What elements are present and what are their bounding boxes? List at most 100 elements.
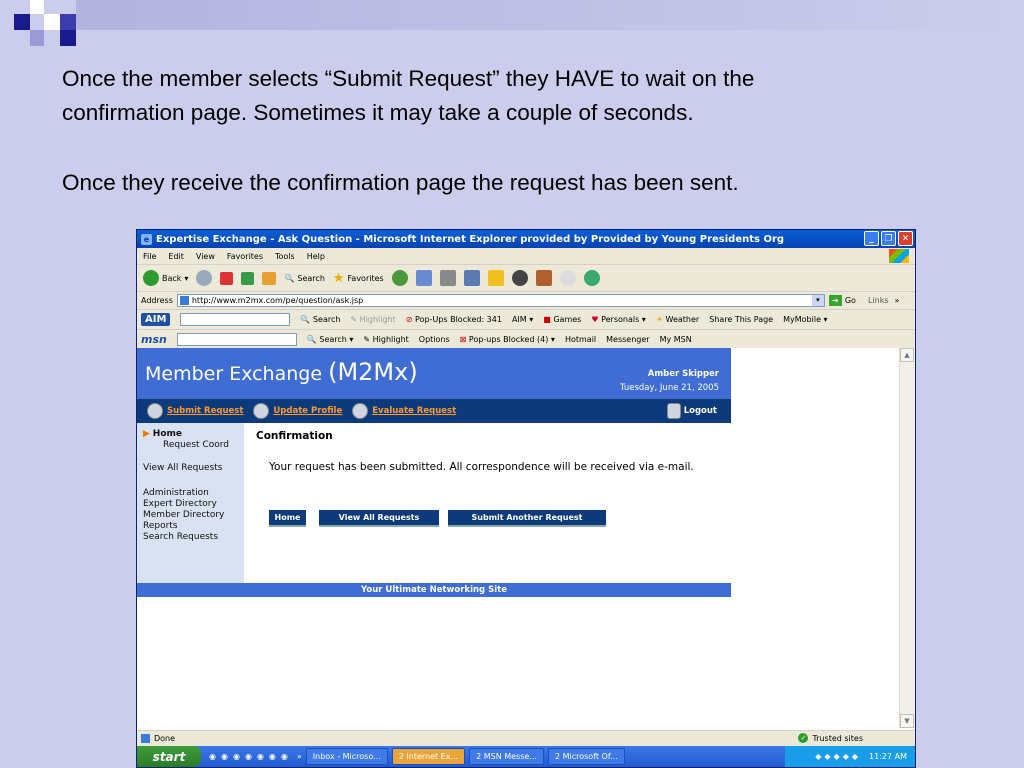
left-nav-member-directory[interactable]: Member Directory	[143, 510, 224, 520]
left-nav-home[interactable]: ▶ Home	[143, 429, 182, 439]
browser-window: e Expertise Exchange - Ask Question - Mi…	[136, 229, 916, 768]
msn-search-input[interactable]	[176, 333, 297, 346]
personals-button[interactable]: ♥ Personals ▾	[591, 315, 645, 324]
address-input[interactable]: http://www.m2mx.com/pe/question/ask.jsp …	[176, 294, 825, 307]
address-value: http://www.m2mx.com/pe/question/ask.jsp	[191, 296, 364, 305]
left-nav-view-all[interactable]: View All Requests	[143, 463, 222, 473]
msn-highlight-button[interactable]: ✎ Highlight	[363, 335, 408, 344]
left-nav-reports[interactable]: Reports	[143, 521, 178, 531]
chevron-right-icon[interactable]: »	[895, 296, 900, 305]
aim-search-label: Search	[312, 315, 341, 324]
msn-popups-blocked[interactable]: ⊠ Pop-ups Blocked (4) ▾	[460, 335, 555, 344]
share-label: Share This Page	[709, 315, 774, 324]
user-name: Amber Skipper	[647, 369, 719, 379]
research-icon[interactable]	[511, 270, 528, 286]
aim-button[interactable]: AIM ▾	[512, 315, 533, 324]
vertical-scrollbar[interactable]: ▲ ▼	[899, 348, 915, 728]
scroll-up-icon[interactable]: ▲	[900, 348, 914, 362]
task-inbox[interactable]: Inbox - Microso...	[305, 748, 388, 765]
aim-popups-blocked[interactable]: ⊘ Pop-Ups Blocked: 341	[406, 315, 502, 324]
forward-arrow-icon[interactable]	[196, 270, 213, 286]
aim-toolbar: AIM 🔍 Search ✎ Highlight ⊘ Pop-Ups Block…	[137, 310, 915, 330]
check-icon: ✓	[798, 733, 809, 743]
hotmail-button[interactable]: Hotmail	[565, 335, 596, 344]
nav-evaluate-request[interactable]: Evaluate Request	[352, 403, 456, 419]
left-nav-search-requests[interactable]: Search Requests	[143, 532, 218, 542]
msn-logo[interactable]: msn	[141, 333, 167, 346]
aim-highlight-button[interactable]: ✎ Highlight	[350, 315, 395, 324]
back-arrow-icon	[143, 270, 159, 286]
menu-tools[interactable]: Tools	[275, 252, 295, 261]
main-pane: Confirmation Your request has been submi…	[244, 423, 731, 583]
title-bar: e Expertise Exchange - Ask Question - Mi…	[137, 230, 915, 248]
left-nav-request-coord[interactable]: Request Coord	[163, 440, 229, 450]
clock[interactable]: 11:27 AM	[869, 752, 907, 761]
personals-label: Personals	[601, 315, 640, 324]
go-button[interactable]: ➔ Go	[828, 295, 856, 306]
weather-button[interactable]: ☀ Weather	[656, 315, 699, 324]
scroll-down-icon[interactable]: ▼	[900, 714, 914, 728]
back-button[interactable]: Back ▾	[143, 270, 188, 286]
left-nav-expert-directory[interactable]: Expert Directory	[143, 499, 217, 509]
task-internet-explorer[interactable]: 2 Internet Ex...	[391, 748, 466, 765]
update-profile-icon	[253, 403, 270, 419]
menu-favorites[interactable]: Favorites	[227, 252, 263, 261]
menu-file[interactable]: File	[143, 252, 156, 261]
menu-help[interactable]: Help	[307, 252, 325, 261]
task-microsoft-office[interactable]: 2 Microsoft Of...	[547, 748, 625, 765]
security-zone: ✓ Trusted sites	[798, 733, 863, 743]
mymobile-button[interactable]: MyMobile ▾	[783, 315, 827, 324]
restore-button[interactable]: ❐	[881, 231, 896, 246]
messenger-icon[interactable]	[583, 270, 600, 286]
notes-icon[interactable]	[487, 270, 504, 286]
messenger-button[interactable]: Messenger	[606, 335, 649, 344]
aim-person-icon[interactable]	[559, 270, 576, 286]
address-dropdown-icon[interactable]: ▾	[811, 295, 824, 306]
close-button[interactable]: ✕	[898, 231, 913, 246]
mymsn-label: My MSN	[659, 335, 692, 344]
left-nav-home-label: Home	[152, 429, 182, 439]
weather-label: Weather	[665, 315, 700, 324]
tray-icons[interactable]: ◆◆◆◆◆	[815, 752, 861, 761]
submit-another-request-button[interactable]: Submit Another Request	[448, 510, 606, 527]
msn-highlight-label: Highlight	[372, 335, 409, 344]
start-button[interactable]: start	[137, 746, 201, 767]
favorites-button[interactable]: ★ Favorites	[333, 271, 384, 286]
print-icon[interactable]	[439, 270, 456, 286]
edit-icon[interactable]	[463, 270, 480, 286]
menu-edit[interactable]: Edit	[168, 252, 184, 261]
games-label: Games	[553, 315, 582, 324]
nav-submit-request[interactable]: Submit Request	[147, 403, 243, 419]
quick-launch-icons[interactable]: ◉◉◉◉◉◉◉	[209, 752, 293, 761]
search-button[interactable]: 🔍 Search	[284, 274, 324, 283]
aim-search-input[interactable]	[180, 313, 291, 326]
left-nav-administration[interactable]: Administration	[143, 488, 209, 498]
slide-text-line3: Once they receive the confirmation page …	[62, 170, 739, 195]
minimize-button[interactable]: _	[864, 231, 879, 246]
heart-icon: ♥	[591, 315, 599, 324]
msn-search-button[interactable]: 🔍 Search ▾	[307, 335, 354, 344]
book-icon[interactable]	[535, 270, 552, 286]
refresh-icon[interactable]	[241, 271, 255, 285]
links-label[interactable]: Links	[868, 296, 889, 305]
nav-update-profile-label: Update Profile	[273, 406, 343, 416]
view-all-requests-button[interactable]: View All Requests	[319, 510, 439, 527]
aim-search-button[interactable]: 🔍 Search	[300, 315, 340, 324]
mymsn-button[interactable]: My MSN	[660, 335, 692, 344]
history-icon[interactable]	[391, 270, 408, 286]
quick-launch-chevron-icon[interactable]: »	[297, 752, 302, 761]
stop-icon[interactable]	[220, 271, 234, 285]
window-title: Expertise Exchange - Ask Question - Micr…	[156, 233, 785, 245]
share-page-button[interactable]: Share This Page	[709, 315, 773, 324]
system-tray: ◆◆◆◆◆ 11:27 AM	[785, 746, 915, 767]
menu-view[interactable]: View	[196, 252, 215, 261]
games-button[interactable]: ■ Games	[543, 315, 581, 324]
home-button[interactable]: Home	[269, 510, 306, 527]
nav-update-profile[interactable]: Update Profile	[253, 403, 342, 419]
msn-options-button[interactable]: Options	[419, 335, 450, 344]
aim-logo[interactable]: AIM	[141, 313, 171, 326]
home-icon[interactable]	[262, 271, 277, 285]
mail-icon[interactable]	[415, 270, 432, 286]
logout-button[interactable]: Logout	[666, 403, 717, 419]
task-msn-messenger[interactable]: 2 MSN Messe...	[469, 748, 544, 765]
